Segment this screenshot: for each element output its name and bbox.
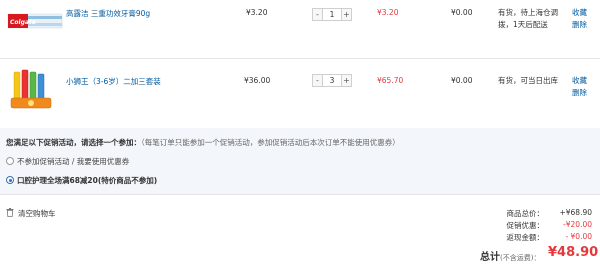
unit-price: ¥36.00 (244, 76, 271, 85)
line-subtotal: ¥65.70 (377, 76, 404, 85)
summary-label-promo: 促销优惠： (506, 221, 545, 230)
divider (0, 194, 600, 195)
promo-radio[interactable] (6, 176, 14, 184)
quantity-input[interactable]: 3 (323, 74, 341, 87)
brand-logo-text: Colgate (10, 19, 36, 26)
increase-button[interactable]: + (341, 8, 352, 21)
summary-label-cashback: 返现金额： (506, 233, 545, 242)
total-note: (不含运费)： (500, 254, 541, 262)
clear-cart-label[interactable]: 清空购物车 (18, 208, 56, 219)
product-name[interactable]: 高露洁 三重功效牙膏90g (66, 8, 150, 19)
delete-link[interactable]: 删除 (572, 87, 587, 98)
stock-status: 有货，可当日出库 (498, 76, 558, 85)
summary-value-goods: +¥68.90 (559, 208, 592, 217)
product-image[interactable]: Colgate (6, 2, 64, 36)
delete-link[interactable]: 删除 (572, 19, 587, 30)
cart-item: Colgate 高露洁 三重功效牙膏90g ¥3.20 - 1 + ¥3.20 … (0, 0, 600, 60)
stock-status: 有货，待上海仓调拨，1天后配送 (498, 8, 558, 29)
line-subtotal: ¥3.20 (377, 8, 399, 17)
promo-option-label[interactable]: 口腔护理全场满68减20(特价商品不参加) (17, 175, 157, 186)
quantity-stepper: - 3 + (312, 74, 352, 87)
favorite-link[interactable]: 收藏 (572, 7, 587, 18)
trash-icon (6, 208, 14, 217)
summary-value-promo: -¥20.00 (563, 220, 592, 229)
promo-heading: 您满足以下促销活动，请选择一个参加：（每笔订单只能参加一个促销活动，参加促销活动… (6, 137, 400, 148)
product-image[interactable] (8, 66, 54, 116)
promo-radio[interactable] (6, 157, 14, 165)
decrease-button[interactable]: - (312, 74, 323, 87)
quantity-stepper: - 1 + (312, 8, 352, 21)
quantity-input[interactable]: 1 (323, 8, 341, 21)
promo-note: （每笔订单只能参加一个促销活动，参加促销活动后本次订单不能使用优惠券） (141, 138, 400, 147)
summary-value-cashback: - ¥0.00 (565, 232, 592, 241)
line-discount: ¥0.00 (451, 8, 473, 17)
total-label: 总计 (480, 252, 500, 263)
total-value: ¥48.90 (548, 245, 599, 260)
product-name[interactable]: 小狮王（3-6岁）二加三套装 (66, 76, 161, 87)
line-discount: ¥0.00 (451, 76, 473, 85)
cart-item: 小狮王（3-6岁）二加三套装 ¥36.00 - 3 + ¥65.70 ¥0.00… (0, 60, 600, 126)
increase-button[interactable]: + (341, 74, 352, 87)
promo-heading-text: 您满足以下促销活动，请选择一个参加： (6, 138, 141, 147)
decrease-button[interactable]: - (312, 8, 323, 21)
summary-label-goods: 商品总价： (506, 209, 545, 218)
unit-price: ¥3.20 (246, 8, 268, 17)
promotion-panel: 您满足以下促销活动，请选择一个参加：（每笔订单只能参加一个促销活动，参加促销活动… (0, 128, 600, 194)
promo-option-label[interactable]: 不参加促销活动 / 我要使用优惠券 (17, 156, 129, 167)
total-row: 总计(不含运费)： (480, 248, 540, 264)
favorite-link[interactable]: 收藏 (572, 75, 587, 86)
divider (0, 58, 600, 59)
